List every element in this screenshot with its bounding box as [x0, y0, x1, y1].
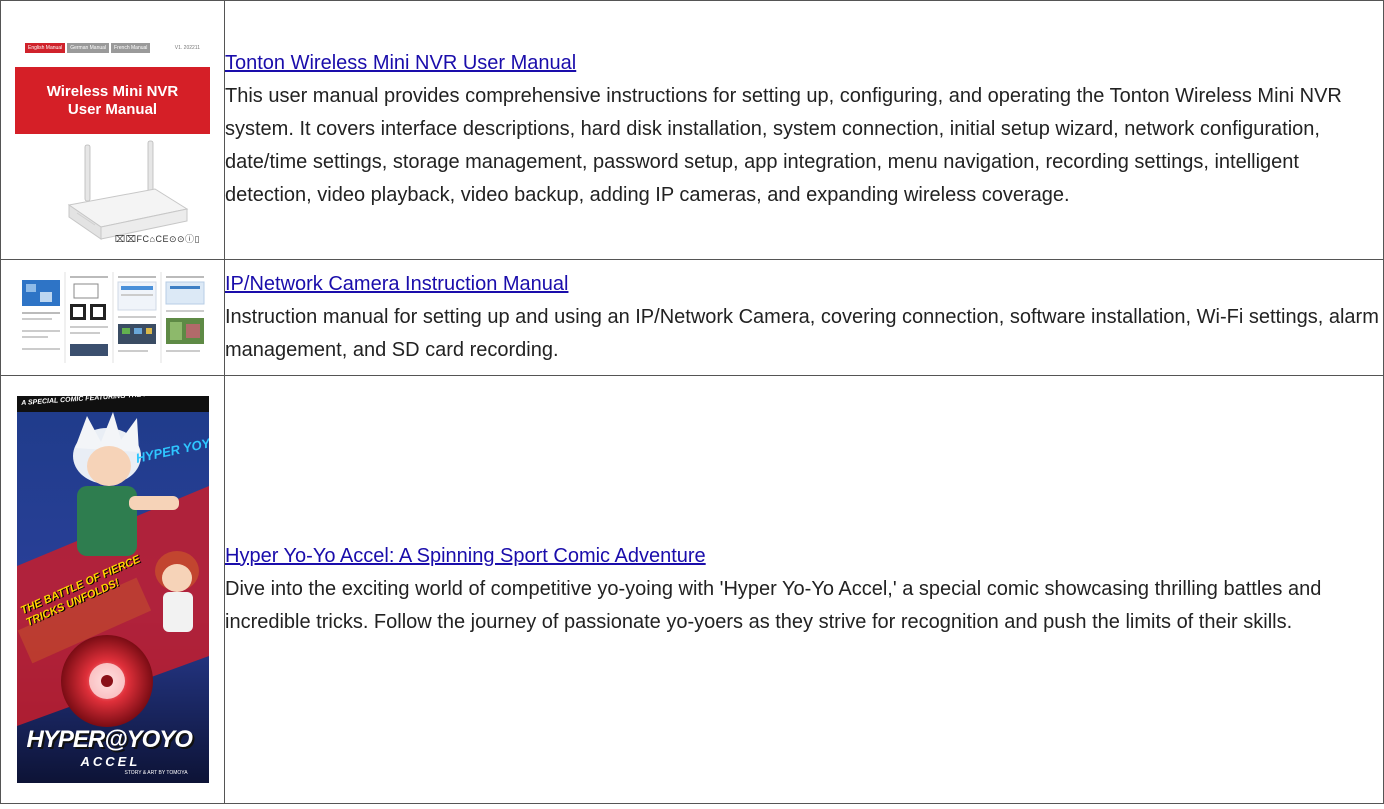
- camera-manual-thumbnail[interactable]: [17, 270, 208, 365]
- thumbnail-cell: [0, 259, 225, 376]
- comic-cover-thumbnail[interactable]: A SPECIAL COMIC FEATURING THE POPULAR SP…: [16, 396, 209, 783]
- manual-list: English Manual German Manual French Manu…: [0, 0, 1384, 804]
- comic-credit: STORY & ART BY TOMOYA: [124, 770, 188, 776]
- manual-description: Dive into the exciting world of competit…: [225, 577, 1322, 633]
- text-cell: Tonton Wireless Mini NVR User Manual Thi…: [224, 0, 1384, 260]
- list-item: IP/Network Camera Instruction Manual Ins…: [0, 259, 1384, 376]
- thumbnail-cell: A SPECIAL COMIC FEATURING THE POPULAR SP…: [0, 375, 225, 804]
- manual-title-link[interactable]: Hyper Yo-Yo Accel: A Spinning Sport Comi…: [225, 545, 706, 567]
- text-cell: IP/Network Camera Instruction Manual Ins…: [224, 259, 1384, 376]
- manual-description: This user manual provides comprehensive …: [225, 85, 1342, 206]
- manual-title-link[interactable]: Tonton Wireless Mini NVR User Manual: [225, 52, 576, 74]
- nvr-manual-thumbnail[interactable]: English Manual German Manual French Manu…: [15, 5, 210, 255]
- list-item: A SPECIAL COMIC FEATURING THE POPULAR SP…: [0, 375, 1384, 804]
- thumbnail-cell: English Manual German Manual French Manu…: [0, 0, 225, 260]
- certification-marks: ⌧⌧FC⌂CE⊙⊙ⓘ▯: [114, 234, 200, 244]
- comic-logo-main: HYPER@YOYO: [26, 726, 193, 753]
- manual-title-link[interactable]: IP/Network Camera Instruction Manual: [225, 273, 568, 295]
- manual-description: Instruction manual for setting up and us…: [225, 305, 1379, 361]
- manual-pages-illustration: [17, 270, 208, 365]
- nvr-device-illustration: [67, 140, 189, 240]
- text-cell: Hyper Yo-Yo Accel: A Spinning Sport Comi…: [224, 375, 1384, 804]
- comic-logo-sub: ACCEL: [80, 754, 141, 769]
- list-item: English Manual German Manual French Manu…: [0, 0, 1384, 260]
